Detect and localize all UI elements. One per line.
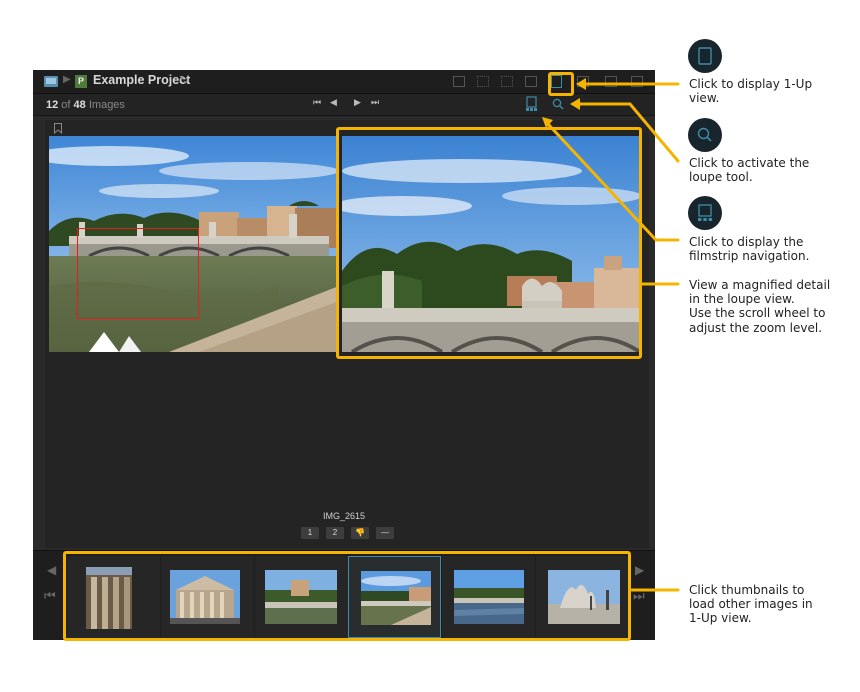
project-badge: P: [75, 75, 87, 88]
fullscreen-icon[interactable]: [631, 76, 643, 87]
bookmark-icon[interactable]: [54, 123, 62, 134]
callout-text-loupe-view: View a magnified detail in the loupe view…: [689, 278, 831, 335]
main-photo[interactable]: [49, 136, 339, 352]
compare-view-icon[interactable]: [577, 76, 589, 87]
reject-thumbs-down-button[interactable]: 👎: [351, 527, 369, 539]
rating-button-1[interactable]: 1: [301, 527, 319, 539]
callout-text-thumbnails: Click thumbnails to load other images in 1…: [689, 583, 813, 626]
metadata-view-icon[interactable]: [453, 76, 465, 87]
filmstrip-first-icon[interactable]: ⏮: [44, 589, 56, 604]
filmstrip-next-icon[interactable]: ▶: [635, 563, 644, 577]
filmstrip-icon: [688, 196, 722, 230]
clear-rating-button[interactable]: —: [376, 527, 394, 539]
project-title[interactable]: Example Project: [93, 73, 190, 87]
filmstrip-last-icon[interactable]: ⏭: [633, 589, 645, 604]
library-icon[interactable]: [44, 76, 58, 88]
loupe-icon: [688, 118, 722, 152]
callout-text-filmstrip: Click to display the filmstrip navigation…: [689, 235, 810, 264]
list-view-icon[interactable]: [477, 76, 489, 87]
first-image-button[interactable]: ⏮: [313, 98, 321, 108]
survey-view-icon[interactable]: [605, 76, 617, 87]
grid-small-view-icon[interactable]: [501, 76, 513, 87]
breadcrumb-chevron-icon: ▶: [63, 74, 71, 85]
loupe-button[interactable]: [552, 98, 564, 110]
last-image-button[interactable]: ⏭: [371, 98, 379, 108]
one-up-view-icon: [688, 39, 722, 73]
callout-text-one-up: Click to display 1-Up view.: [689, 77, 813, 106]
callout-text-loupe-tool: Click to activate the loupe tool.: [689, 156, 810, 185]
image-filename: IMG_2615: [322, 511, 366, 521]
filmstrip-prev-icon[interactable]: ◀: [47, 563, 56, 577]
image-counter: 12 of 48 Images: [46, 99, 125, 111]
grid-large-view-icon[interactable]: [525, 76, 537, 87]
rating-button-2[interactable]: 2: [326, 527, 344, 539]
filmstrip-button[interactable]: [526, 96, 538, 112]
loupe-selection-box[interactable]: [77, 228, 199, 319]
callout-highlight-one-up: [548, 72, 574, 96]
next-image-button[interactable]: ▶: [354, 98, 361, 108]
previous-image-button[interactable]: ◀: [330, 98, 337, 108]
sync-icon[interactable]: ↻: [179, 73, 189, 87]
callout-highlight-filmstrip: [63, 551, 631, 641]
callout-highlight-loupe-view: [336, 127, 642, 359]
